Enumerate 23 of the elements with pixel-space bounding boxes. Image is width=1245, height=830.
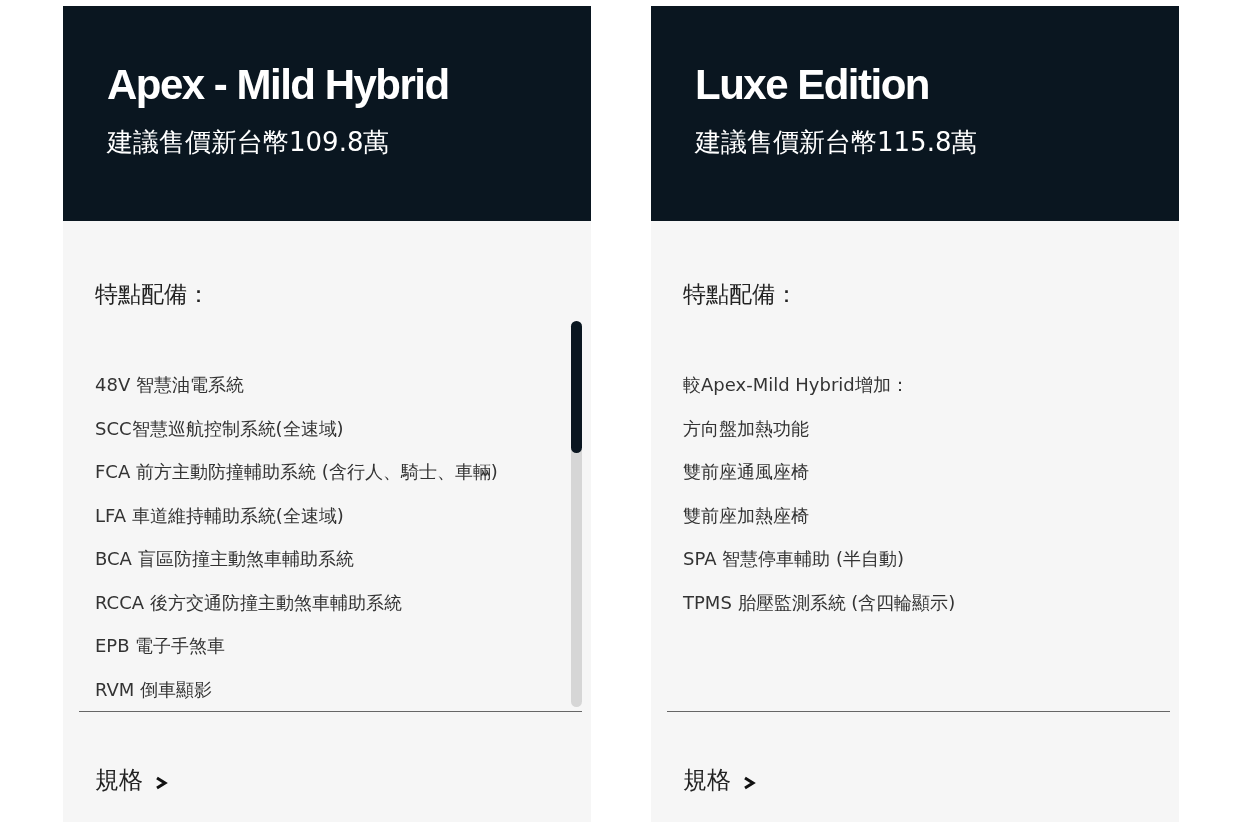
trim-title: Luxe Edition xyxy=(695,60,930,110)
price-text: 建議售價新台幣109.8萬 xyxy=(107,126,391,159)
features-heading: 特點配備： xyxy=(683,280,799,309)
feature-item: SCC智慧巡航控制系統(全速域) xyxy=(95,416,345,441)
feature-item: TPMS 胎壓監測系統 (含四輪顯示) xyxy=(683,590,957,615)
feature-item: 方向盤加熱功能 xyxy=(683,416,810,441)
specs-link[interactable]: 規格 xyxy=(683,764,757,796)
feature-item: RCCA 後方交通防撞主動煞車輔助系統 xyxy=(95,590,403,615)
specs-link[interactable]: 規格 xyxy=(95,764,169,796)
price-text: 建議售價新台幣115.8萬 xyxy=(695,126,979,159)
feature-item: 較Apex-Mild Hybrid增加： xyxy=(683,373,910,397)
features-heading: 特點配備： xyxy=(95,280,211,309)
feature-item: RVM 倒車顯影 xyxy=(95,677,214,702)
feature-item: 48V 智慧油電系統 xyxy=(95,373,245,397)
feature-item: LFA 車道維持輔助系統(全速域) xyxy=(95,503,345,528)
feature-item: BCA 盲區防撞主動煞車輔助系統 xyxy=(95,547,355,571)
feature-item: SPA 智慧停車輔助 (半自動) xyxy=(683,547,905,571)
feature-item: FCA 前方主動防撞輔助系統 (含行人、騎士、車輛) xyxy=(95,460,499,484)
feature-item: 雙前座通風座椅 xyxy=(683,460,810,484)
scrollbar[interactable] xyxy=(571,321,582,707)
trim-title: Apex - Mild Hybrid xyxy=(107,60,450,110)
feature-item: EPB 電子手煞車 xyxy=(95,634,227,658)
feature-item: 雙前座加熱座椅 xyxy=(683,503,810,528)
